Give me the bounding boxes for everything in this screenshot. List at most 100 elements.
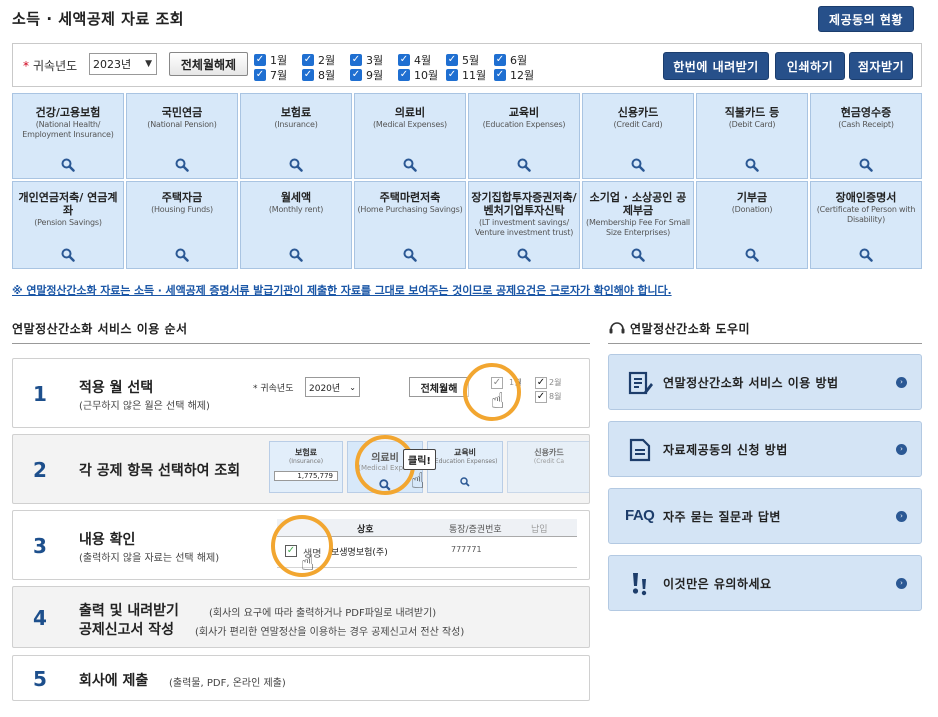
category-card[interactable]: 보험료 (Insurance) (240, 93, 352, 179)
month-checkbox-8[interactable]: ✓ 8월 (302, 67, 335, 83)
category-card[interactable]: 소기업 · 소상공인 공제부금 (Membership Fee For Small… (582, 181, 694, 269)
category-subtitle: (Medical Expenses) (373, 120, 447, 129)
helper-consent-guide[interactable]: 자료제공동의 신청 방법 › (608, 421, 922, 477)
category-card[interactable]: 신용카드 (Credit Card) (582, 93, 694, 179)
braille-receive-button[interactable]: 점자받기 (849, 52, 913, 80)
illus-card-en: (Insurance) (288, 458, 324, 465)
helper-usage-guide[interactable]: 연말정산간소화 서비스 이용 방법 › (608, 354, 922, 410)
illus-card-title: 교육비 (453, 448, 477, 457)
illus-card-title: 신용카드 (534, 448, 564, 457)
step-number: 2 (33, 458, 47, 482)
search-icon[interactable] (517, 248, 531, 262)
helper-label: 자주 묻는 질문과 답변 (663, 510, 781, 524)
helper-label: 이것만은 유의하세요 (663, 577, 772, 591)
category-card[interactable]: 교육비 (Education Expenses) (468, 93, 580, 179)
helper-section-title: 연말정산간소화 도우미 (630, 322, 751, 336)
category-title: 장기집합투자증권저축/ 벤처기업투자신탁 (471, 191, 577, 217)
faq-icon: FAQ (625, 507, 655, 524)
checkbox-checked-icon: ✓ (302, 54, 314, 66)
category-title: 기부금 (736, 191, 768, 204)
month-checkboxes: ✓ 1월 ✓ 2월 ✓ 3월 ✓ 4월 ✓ 5월 ✓ 6월 ✓ 7월 ✓ 8월 ✓ 9월 ✓ 10월… (254, 50, 544, 82)
search-icon[interactable] (175, 158, 189, 172)
search-icon[interactable] (403, 158, 417, 172)
search-icon[interactable] (631, 248, 645, 262)
category-title: 월세액 (280, 191, 312, 204)
step-title: 적용 월 선택 (79, 380, 154, 396)
category-subtitle: (Cash Receipt) (838, 120, 894, 129)
step-5: 5 회사에 제출 (출력물, PDF, 온라인 제출) (12, 655, 590, 701)
category-card[interactable]: 직불카드 등 (Debit Card) (696, 93, 808, 179)
consent-status-button[interactable]: 제공동의 현황 (818, 6, 914, 32)
helper-faq[interactable]: FAQ 자주 묻는 질문과 답변 › (608, 488, 922, 544)
month-checkbox-3[interactable]: ✓ 3월 (350, 52, 383, 68)
category-card[interactable]: 현금영수증 (Cash Receipt) (810, 93, 922, 179)
category-card[interactable]: 건강/고용보험 (National Health/ Employment Insu… (12, 93, 124, 179)
chevron-right-icon: › (896, 511, 907, 522)
category-card[interactable]: 기부금 (Donation) (696, 181, 808, 269)
search-icon[interactable] (403, 248, 417, 262)
search-icon (379, 479, 391, 491)
print-button[interactable]: 인쇄하기 (775, 52, 845, 80)
category-title: 보험료 (280, 106, 312, 119)
category-subtitle: (Insurance) (274, 120, 318, 129)
helper-cautions[interactable]: 이것만은 유의하세요 › (608, 555, 922, 611)
search-icon[interactable] (745, 248, 759, 262)
month-checkbox-2[interactable]: ✓ 2월 (302, 52, 335, 68)
month-checkbox-10[interactable]: ✓ 10월 (398, 67, 438, 83)
hand-pointer-icon: ☝ (301, 551, 315, 576)
release-all-months-button[interactable]: 전체월해제 (169, 52, 248, 76)
category-card[interactable]: 국민연금 (National Pension) (126, 93, 238, 179)
search-icon[interactable] (61, 248, 75, 262)
checkbox-checked-icon: ✓ (535, 377, 547, 389)
search-icon[interactable] (517, 158, 531, 172)
category-subtitle: (Credit Card) (613, 120, 663, 129)
chevron-right-icon: › (896, 444, 907, 455)
checkbox-checked-icon: ✓ (494, 69, 506, 81)
category-subtitle: (Education Expenses) (482, 120, 566, 129)
search-icon (460, 477, 470, 487)
month-checkbox-12[interactable]: ✓ 12월 (494, 67, 534, 83)
year-select[interactable]: 2023년 ▼ (89, 53, 157, 75)
month-checkbox-7[interactable]: ✓ 7월 (254, 67, 287, 83)
illus-month-2: 2월 (549, 378, 562, 387)
download-all-button[interactable]: 한번에 내려받기 (663, 52, 769, 80)
search-icon[interactable] (745, 158, 759, 172)
step-title: 각 공제 항목 선택하여 조회 (79, 463, 241, 479)
category-title: 의료비 (394, 106, 426, 119)
step-title: 회사에 제출 (79, 673, 149, 689)
month-checkbox-4[interactable]: ✓ 4월 (398, 52, 431, 68)
month-checkbox-5[interactable]: ✓ 5월 (446, 52, 479, 68)
category-card[interactable]: 주택마련저축 (Home Purchasing Savings) (354, 181, 466, 269)
category-card[interactable]: 월세액 (Monthly rent) (240, 181, 352, 269)
month-checkbox-9[interactable]: ✓ 9월 (350, 67, 383, 83)
category-card[interactable]: 장기집합투자증권저축/ 벤처기업투자신탁 (LT investment savin… (468, 181, 580, 269)
chevron-down-icon: ▼ (145, 59, 152, 69)
category-title: 소기업 · 소상공인 공제부금 (589, 191, 687, 217)
category-subtitle: (National Pension) (147, 120, 217, 129)
category-card[interactable]: 개인연금저축/ 연금계좌 (Pension Savings) (12, 181, 124, 269)
search-icon[interactable] (859, 248, 873, 262)
year-label: * 귀속년도 (23, 57, 77, 74)
click-tooltip: 클릭! (403, 449, 436, 470)
month-label: 6월 (510, 54, 528, 67)
search-icon[interactable] (175, 248, 189, 262)
month-checkbox-6[interactable]: ✓ 6월 (494, 52, 527, 68)
search-icon[interactable] (631, 158, 645, 172)
search-icon[interactable] (61, 158, 75, 172)
month-checkbox-11[interactable]: ✓ 11월 (446, 67, 486, 83)
step-number: 3 (33, 534, 47, 558)
steps-section-title: 연말정산간소화 서비스 이용 순서 (12, 322, 188, 336)
search-icon[interactable] (289, 248, 303, 262)
step-number: 5 (33, 667, 47, 691)
search-icon[interactable] (859, 158, 873, 172)
category-card[interactable]: 의료비 (Medical Expenses) (354, 93, 466, 179)
category-card[interactable]: 장애인증명서 (Certificate of Person with Disabi… (810, 181, 922, 269)
category-subtitle: (LT investment savings/ Venture investme… (474, 218, 574, 237)
illus-year-label: * 귀속년도 (253, 384, 294, 394)
checkbox-checked-icon: ✓ (254, 54, 266, 66)
month-label: 12월 (510, 69, 535, 82)
month-checkbox-1[interactable]: ✓ 1월 (254, 52, 287, 68)
search-icon[interactable] (289, 158, 303, 172)
category-title: 직불카드 등 (724, 106, 780, 119)
category-card[interactable]: 주택자금 (Housing Funds) (126, 181, 238, 269)
